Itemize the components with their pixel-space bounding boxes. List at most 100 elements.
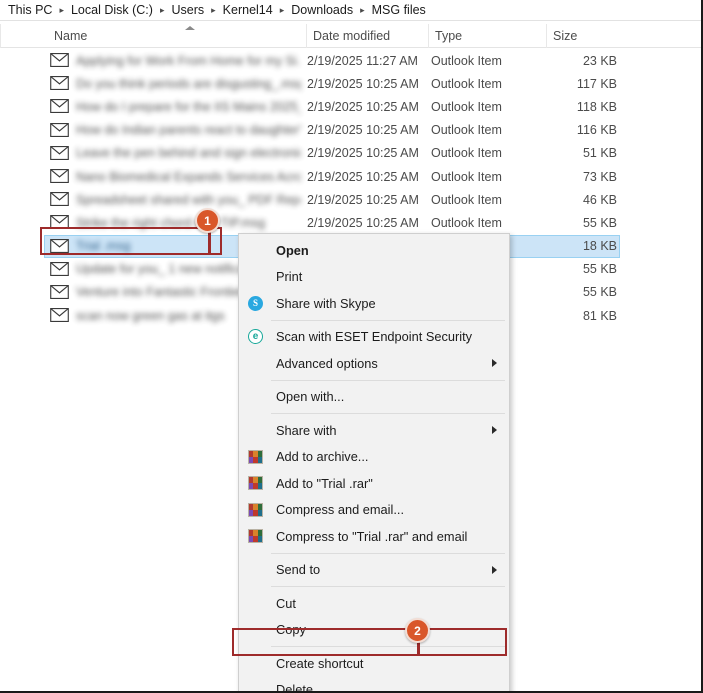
submenu-arrow-icon [492,426,497,435]
winrar-icon-wrap [247,448,264,465]
file-date: 2/19/2025 10:25 AM [307,146,419,161]
context-menu-item-label: Add to archive... [276,449,369,465]
winrar-icon [248,476,263,491]
file-size: 46 KB [582,192,617,207]
context-menu-item-label: Send to [276,562,321,578]
breadcrumb-item-msg-files[interactable]: MSG files [372,3,426,17]
file-size: 116 KB [576,123,617,138]
file-row[interactable]: How do I prepare for the IIS Mains 2025_… [0,95,701,118]
winrar-icon [248,529,263,544]
winrar-icon-wrap [247,475,264,492]
context-menu-item-add-to-archive[interactable]: Add to archive... [239,444,509,471]
column-header-type[interactable]: Type [428,24,546,48]
column-header-end-divider [0,24,1,48]
context-menu-item-add-to-trial-rar[interactable]: Add to "Trial .rar" [239,470,509,497]
file-date: 2/19/2025 10:25 AM [307,192,419,207]
context-menu-item-label: Share with Skype [276,295,376,311]
context-menu-item-label: Copy [276,622,306,638]
outlook-item-icon [50,168,69,183]
file-size: 117 KB [576,76,617,91]
file-row[interactable]: Nano Biomedical Expands Services Acro...… [0,165,701,188]
outlook-item-icon [50,215,69,230]
breadcrumb-item-users[interactable]: Users [171,3,204,17]
file-name: Nano Biomedical Expands Services Acro... [76,169,301,184]
file-date: 2/19/2025 10:25 AM [307,123,419,138]
submenu-arrow-icon [492,359,497,368]
file-row[interactable]: Do you think periods are disgusting_.msg… [0,72,701,95]
context-menu-item-print[interactable]: Print [239,264,509,291]
breadcrumb-item-downloads[interactable]: Downloads [291,3,353,17]
context-menu-item-advanced-options[interactable]: Advanced options [239,350,509,377]
file-name: Do you think periods are disgusting_.msg [76,76,301,91]
context-menu-item-share-with-skype[interactable]: S Share with Skype [239,290,509,317]
context-menu-separator [271,586,505,587]
file-date: 2/19/2025 10:25 AM [307,99,419,114]
file-name: How do Indian parents react to daughter'… [76,123,301,138]
context-menu-item-label: Scan with ESET Endpoint Security [276,329,473,345]
column-header-date[interactable]: Date modified [306,24,428,48]
file-row[interactable]: How do Indian parents react to daughter'… [0,119,701,142]
file-size: 51 KB [582,146,617,161]
outlook-item-icon [50,308,69,323]
file-name: Spreadsheet shared with you_ PDF Repo... [76,192,301,207]
context-menu-item-label: Cut [276,595,296,611]
breadcrumb[interactable]: This PC ▸ Local Disk (C:) ▸ Users ▸ Kern… [0,0,701,21]
file-row[interactable]: Spreadsheet shared with you_ PDF Repo...… [0,188,701,211]
context-menu-item-label: Create shortcut [276,655,364,671]
context-menu-item-scan-with-eset-endpoint-security[interactable]: e Scan with ESET Endpoint Security [239,324,509,351]
file-name: Applying for Work From Home for my Si... [76,53,301,68]
context-menu-item-compress-and-email[interactable]: Compress and email... [239,497,509,524]
column-header-bar: Name Date modified Type Size [0,24,701,48]
annotation-badge-1: 1 [195,208,220,233]
submenu-arrow-icon [492,565,497,574]
context-menu-item-label: Share with [276,422,337,438]
file-name: Leave the pen behind and sign electronic… [76,146,301,161]
column-header-size[interactable]: Size [546,24,626,48]
breadcrumb-item-local-disk[interactable]: Local Disk (C:) [71,3,153,17]
breadcrumb-chevron-icon: ▸ [59,4,64,15]
context-menu-item-label: Open with... [276,389,345,405]
file-size: 55 KB [582,215,617,230]
breadcrumb-chevron-icon: ▸ [159,4,165,15]
context-menu-item-send-to[interactable]: Send to [239,557,509,584]
file-row[interactable]: Applying for Work From Home for my Si...… [0,49,701,72]
outlook-item-icon [50,284,69,299]
context-menu-separator [271,646,505,647]
context-menu[interactable]: Open Print S Share with Skype e Scan with ESE… [238,233,510,693]
file-size: 55 KB [582,285,617,300]
outlook-item-icon [50,99,69,114]
context-menu-separator [271,552,505,554]
context-menu-separator [271,319,505,321]
column-header-name[interactable]: Name [48,24,306,48]
winrar-icon-wrap [247,528,264,545]
breadcrumb-item-kernel14[interactable]: Kernel14 [223,3,273,17]
context-menu-item-open[interactable]: Open [239,237,509,264]
context-menu-item-label: Delete [276,682,313,693]
winrar-icon [248,449,263,464]
context-menu-item-create-shortcut[interactable]: Create shortcut [239,650,509,677]
outlook-item-icon [50,76,69,91]
outlook-item-icon [50,145,69,160]
context-menu-item-cut[interactable]: Cut [239,590,509,617]
context-menu-item-label: Compress to "Trial .rar" and email [276,528,468,544]
breadcrumb-item-this-pc[interactable]: This PC [8,3,52,17]
context-menu-item-open-with[interactable]: Open with... [239,384,509,411]
file-size: 55 KB [582,262,617,277]
winrar-icon-wrap [247,501,264,518]
file-row[interactable]: Strike the right chord with TIP.msg 2/19/… [0,211,701,234]
context-menu-separator [271,379,505,381]
context-menu-item-label: Open [276,242,309,258]
context-menu-item-delete[interactable]: Delete [239,677,509,693]
context-menu-item-label: Advanced options [276,355,378,371]
winrar-icon [248,502,263,517]
file-size: 73 KB [582,169,617,184]
context-menu-item-share-with[interactable]: Share with [239,417,509,444]
file-row[interactable]: Leave the pen behind and sign electronic… [0,142,701,165]
context-menu-item-copy[interactable]: Copy [239,617,509,644]
outlook-item-icon [50,261,69,276]
context-menu-item-label: Compress and email... [276,502,405,518]
context-menu-item-compress-to-trial-rar-and-email[interactable]: Compress to "Trial .rar" and email [239,523,509,550]
file-explorer-window: This PC ▸ Local Disk (C:) ▸ Users ▸ Kern… [0,0,703,693]
file-date: 2/19/2025 10:25 AM [307,215,419,230]
context-menu-item-label: Print [276,269,303,285]
